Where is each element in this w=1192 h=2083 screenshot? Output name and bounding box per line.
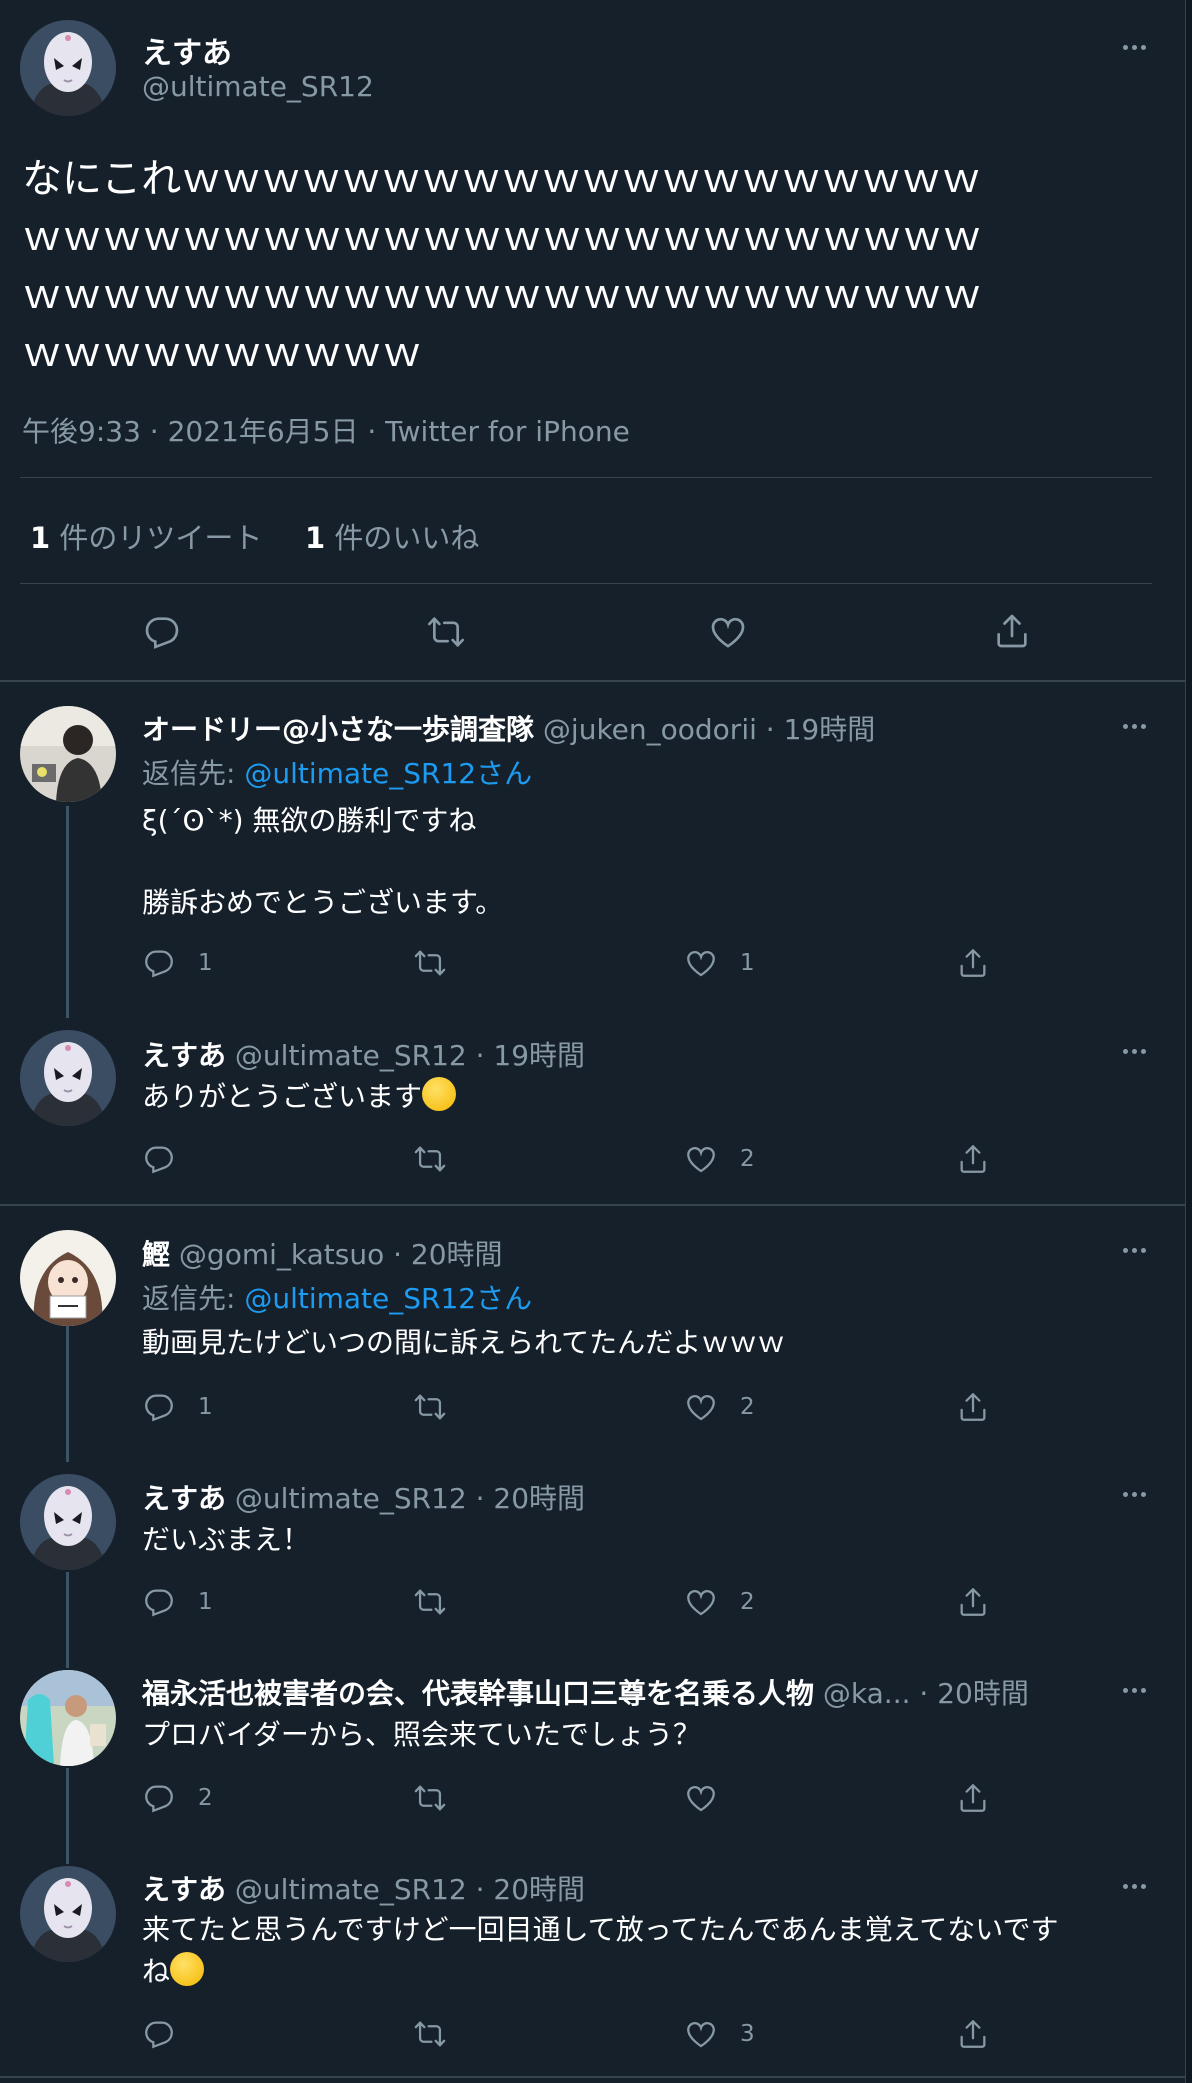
retweet-stats[interactable]: 1 件のリツイート: [30, 515, 262, 557]
reply-text: プロバイダーから、照会来ていたでしょう？: [142, 1718, 701, 1751]
reply-icon: [142, 1390, 176, 1424]
retweet-icon: [412, 946, 448, 980]
reply-to: 返信先: @ultimate_SR12さん: [142, 1282, 533, 1315]
reply-icon[interactable]: [142, 612, 182, 656]
retweet-icon: [412, 2017, 448, 2051]
reply-action[interactable]: [142, 1142, 198, 1176]
retweet-icon: [412, 1142, 448, 1176]
tweet-meta[interactable]: 午後9:33 · 2021年6月5日 · Twitter for iPhone: [22, 410, 630, 450]
reply-icon: [142, 1585, 176, 1619]
divider: [20, 477, 1152, 478]
scrollbar[interactable]: [1186, 0, 1192, 2083]
reply-header: オードリー@小さな一歩調査隊 @juken_oodorii · 19時間: [142, 713, 876, 746]
share-action[interactable]: [956, 1585, 990, 1619]
reply-header: えすあ @ultimate_SR12 · 20時間: [142, 1482, 586, 1515]
more-icon[interactable]: [1116, 37, 1152, 57]
reply-action[interactable]: 1: [142, 946, 213, 980]
share-action[interactable]: [956, 946, 990, 980]
retweet-action[interactable]: [412, 946, 448, 980]
avatar[interactable]: [20, 1030, 116, 1126]
retweet-action[interactable]: [412, 2017, 448, 2051]
thread-line: [66, 806, 69, 1018]
reply-text: ありがとうございます: [142, 1076, 457, 1118]
more-icon[interactable]: [1116, 1041, 1152, 1061]
more-icon[interactable]: [1116, 1680, 1152, 1700]
share-action[interactable]: [956, 1390, 990, 1424]
reply-action[interactable]: 2: [142, 1781, 213, 1815]
share-icon: [956, 2017, 990, 2051]
avatar[interactable]: [20, 1866, 116, 1962]
more-icon[interactable]: [1116, 1240, 1152, 1260]
like-icon: [684, 1142, 718, 1176]
reply-action[interactable]: [142, 2017, 198, 2051]
divider: [20, 583, 1152, 584]
reply-header: 福永活也被害者の会、代表幹事山口三尊を名乗る人物 @ka... · 20時間: [142, 1677, 1029, 1710]
share-icon: [956, 946, 990, 980]
avatar[interactable]: [20, 1474, 116, 1570]
retweet-action[interactable]: [412, 1390, 448, 1424]
smiling-face-icon: [422, 1077, 457, 1111]
share-action[interactable]: [956, 2017, 990, 2051]
like-stats[interactable]: 1 件のいいね: [305, 515, 479, 557]
tweet-column: えすあ @ultimate_SR12 なにこれｗｗｗｗｗｗｗｗｗｗｗｗｗｗｗｗｗ…: [0, 0, 1186, 2083]
avatar[interactable]: [20, 20, 116, 116]
retweet-icon[interactable]: [424, 612, 468, 656]
thread-line: [66, 1768, 69, 1864]
like-action[interactable]: 3: [684, 2017, 755, 2051]
retweet-icon: [412, 1390, 448, 1424]
reply-header: えすあ @ultimate_SR12 · 19時間: [142, 1039, 586, 1072]
like-icon: [684, 2017, 718, 2051]
like-icon: [684, 1390, 718, 1424]
like-icon[interactable]: [708, 612, 748, 656]
share-icon: [956, 1390, 990, 1424]
tweet-text: なにこれｗｗｗｗｗｗｗｗｗｗｗｗｗｗｗｗｗｗｗｗ ｗｗｗｗｗｗｗｗｗｗｗｗｗｗｗ…: [22, 156, 982, 376]
like-action[interactable]: 1: [684, 946, 755, 980]
more-icon[interactable]: [1116, 1484, 1152, 1504]
retweet-action[interactable]: [412, 1585, 448, 1619]
handle[interactable]: @ultimate_SR12: [142, 70, 374, 103]
share-icon: [956, 1781, 990, 1815]
like-action[interactable]: 2: [684, 1390, 755, 1424]
reply-icon: [142, 1781, 176, 1815]
thread-line: [66, 1572, 69, 1668]
avatar[interactable]: [20, 1230, 116, 1326]
like-action[interactable]: 2: [684, 1142, 755, 1176]
share-action[interactable]: [956, 1142, 990, 1176]
reply-icon: [142, 2017, 176, 2051]
avatar[interactable]: [20, 1670, 116, 1766]
like-action[interactable]: 2: [684, 1585, 755, 1619]
avatar[interactable]: [20, 706, 116, 802]
like-icon: [684, 1781, 718, 1815]
reply-header: 鰹 @gomi_katsuo · 20時間: [142, 1238, 503, 1271]
reply-action[interactable]: 1: [142, 1390, 213, 1424]
divider: [0, 1204, 1185, 1206]
share-action[interactable]: [956, 1781, 990, 1815]
downcast-sweat-face-icon: [170, 1952, 205, 1986]
retweet-action[interactable]: [412, 1142, 448, 1176]
reply-header: えすあ @ultimate_SR12 · 20時間: [142, 1873, 586, 1906]
more-icon[interactable]: [1116, 1876, 1152, 1896]
retweet-icon: [412, 1585, 448, 1619]
more-icon[interactable]: [1116, 716, 1152, 736]
divider: [0, 680, 1185, 682]
retweet-action[interactable]: [412, 1781, 448, 1815]
like-action[interactable]: [684, 1781, 740, 1815]
share-icon: [956, 1142, 990, 1176]
reply-icon: [142, 946, 176, 980]
thread-line: [66, 1326, 69, 1462]
reply-text: だいぶまえ！: [142, 1523, 311, 1556]
reply-text: 来てたと思うんですけど一回目通して放ってたんであんま覚えてないです ね: [142, 1913, 1059, 1988]
share-icon: [956, 1585, 990, 1619]
retweet-icon: [412, 1781, 448, 1815]
reply-text: ξ(´ʘ`*) 無欲の勝利ですね 勝訴おめでとうございます。: [142, 804, 504, 919]
reply-to: 返信先: @ultimate_SR12さん: [142, 757, 533, 790]
display-name[interactable]: えすあ: [142, 28, 232, 72]
like-icon: [684, 1585, 718, 1619]
reply-icon: [142, 1142, 176, 1176]
reply-text: 動画見たけどいつの間に訴えられてたんだよｗｗｗ: [142, 1326, 786, 1359]
share-icon[interactable]: [992, 610, 1032, 656]
divider: [0, 2076, 1185, 2078]
like-icon: [684, 946, 718, 980]
reply-action[interactable]: 1: [142, 1585, 213, 1619]
